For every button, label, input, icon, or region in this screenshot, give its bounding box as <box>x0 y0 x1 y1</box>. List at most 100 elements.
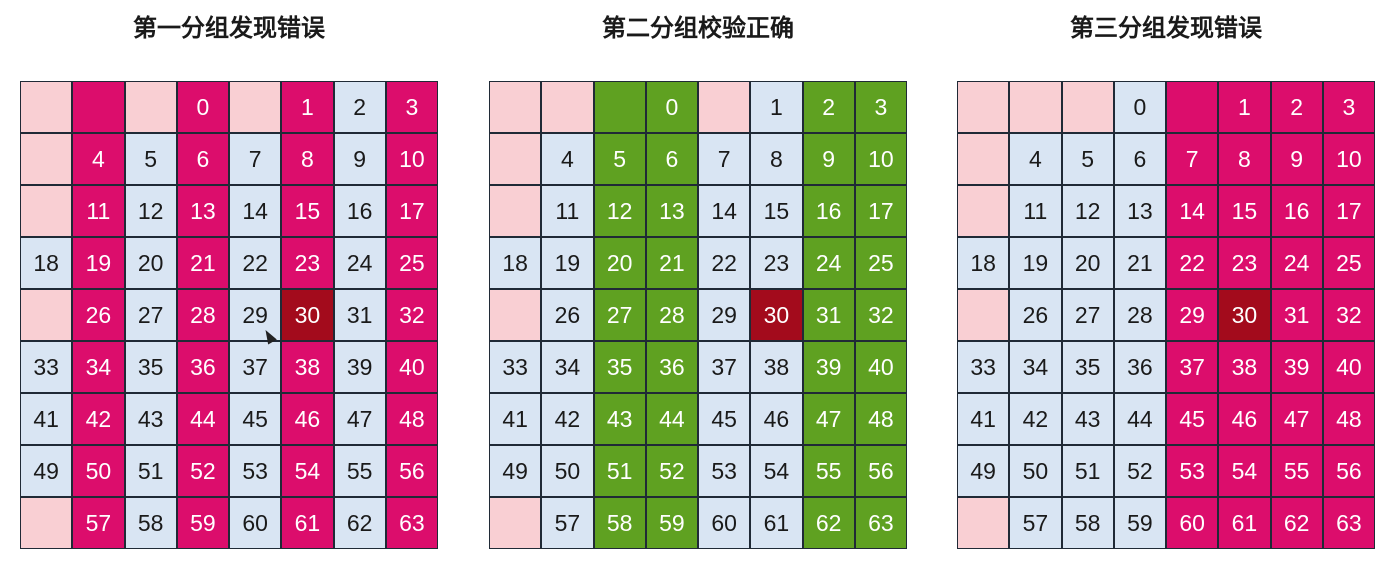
data-bit-cell: 45 <box>230 394 281 444</box>
data-bit-cell: 35 <box>125 342 176 392</box>
check-bit-cell: 15 <box>1219 186 1270 236</box>
data-bit-cell: 52 <box>1114 446 1165 496</box>
data-bit-cell: 41 <box>490 394 541 444</box>
check-bit-cell: 28 <box>646 290 697 340</box>
blank-cell <box>490 498 541 548</box>
data-bit-cell: 41 <box>958 394 1009 444</box>
check-bit-cell <box>1167 82 1218 132</box>
check-bit-cell: 61 <box>1219 498 1270 548</box>
data-bit-cell: 49 <box>958 446 1009 496</box>
blank-cell <box>21 82 72 132</box>
blank-cell <box>958 498 1009 548</box>
check-bit-cell: 15 <box>282 186 333 236</box>
data-bit-cell: 57 <box>542 498 593 548</box>
panel-group-2: 第二分组校验正确 0 1 2 3 4 5 6 7 8 9 10 11 12 13 14 15 16 17 18 19 2… <box>489 0 907 573</box>
check-bit-cell: 25 <box>1323 238 1374 288</box>
check-bit-cell: 21 <box>646 238 697 288</box>
check-bit-cell: 32 <box>1323 290 1374 340</box>
check-bit-cell: 40 <box>1323 342 1374 392</box>
check-bit-cell: 38 <box>1219 342 1270 392</box>
data-bit-cell: 15 <box>751 186 802 236</box>
check-bit-cell: 10 <box>386 134 437 184</box>
data-bit-cell: 18 <box>490 238 541 288</box>
error-bit-cell: 30 <box>751 290 802 340</box>
blank-cell <box>21 134 72 184</box>
data-bit-cell: 43 <box>1062 394 1113 444</box>
data-bit-cell: 14 <box>699 186 750 236</box>
data-bit-cell: 23 <box>751 238 802 288</box>
data-bit-cell: 33 <box>21 342 72 392</box>
blank-cell <box>1062 82 1113 132</box>
blank-cell <box>230 82 281 132</box>
data-bit-cell: 43 <box>125 394 176 444</box>
data-bit-cell: 47 <box>334 394 385 444</box>
data-bit-cell: 53 <box>230 446 281 496</box>
blank-cell <box>958 134 1009 184</box>
check-bit-cell: 54 <box>1219 446 1270 496</box>
data-bit-cell: 33 <box>490 342 541 392</box>
data-bit-cell: 29 <box>699 290 750 340</box>
check-bit-cell: 31 <box>1271 290 1322 340</box>
check-bit-cell: 44 <box>646 394 697 444</box>
data-bit-cell: 55 <box>334 446 385 496</box>
data-bit-cell: 27 <box>1062 290 1113 340</box>
check-bit-cell: 35 <box>594 342 645 392</box>
check-bit-cell: 53 <box>1167 446 1218 496</box>
panel-group-1: 第一分组发现错误 0 1 2 3 4 5 6 7 8 9 10 11 12 13 14 15 16 17 18 19 2… <box>20 0 438 573</box>
blank-cell <box>21 498 72 548</box>
check-bit-cell: 2 <box>1271 82 1322 132</box>
data-bit-cell: 49 <box>490 446 541 496</box>
data-bit-cell: 46 <box>751 394 802 444</box>
check-bit-cell: 10 <box>855 134 906 184</box>
data-bit-cell: 6 <box>1114 134 1165 184</box>
data-bit-cell: 12 <box>125 186 176 236</box>
check-bit-cell: 58 <box>594 498 645 548</box>
check-bit-cell: 52 <box>177 446 228 496</box>
check-bit-cell: 13 <box>177 186 228 236</box>
check-bit-cell: 42 <box>73 394 124 444</box>
data-bit-cell: 16 <box>334 186 385 236</box>
panel-title: 第二分组校验正确 <box>602 14 794 42</box>
check-bit-cell: 43 <box>594 394 645 444</box>
blank-cell <box>958 82 1009 132</box>
check-bit-cell: 36 <box>646 342 697 392</box>
check-bit-cell: 63 <box>1323 498 1374 548</box>
check-bit-cell: 32 <box>386 290 437 340</box>
check-bit-cell: 62 <box>1271 498 1322 548</box>
check-bit-cell: 3 <box>855 82 906 132</box>
data-bit-cell: 58 <box>125 498 176 548</box>
check-bit-cell: 56 <box>386 446 437 496</box>
check-bit-cell: 45 <box>1167 394 1218 444</box>
error-bit-cell: 30 <box>282 290 333 340</box>
panel-title: 第一分组发现错误 <box>133 14 325 42</box>
bit-grid: 0 1 2 3 4 5 6 7 8 9 10 11 12 13 14 15 16 17 18 19 20 21 22 23 24… <box>489 81 907 549</box>
data-bit-cell: 51 <box>1062 446 1113 496</box>
check-bit-cell: 50 <box>73 446 124 496</box>
check-bit-cell: 9 <box>1271 134 1322 184</box>
data-bit-cell: 38 <box>751 342 802 392</box>
data-bit-cell: 62 <box>334 498 385 548</box>
data-bit-cell: 42 <box>542 394 593 444</box>
panel-title: 第三分组发现错误 <box>1070 14 1262 42</box>
check-bit-cell: 59 <box>646 498 697 548</box>
check-bit-cell: 22 <box>1167 238 1218 288</box>
check-bit-cell: 8 <box>1219 134 1270 184</box>
data-bit-cell: 45 <box>699 394 750 444</box>
data-bit-cell: 26 <box>542 290 593 340</box>
blank-cell <box>490 134 541 184</box>
check-bit-cell: 27 <box>594 290 645 340</box>
blank-cell <box>958 186 1009 236</box>
data-bit-cell: 33 <box>958 342 1009 392</box>
data-bit-cell: 34 <box>1010 342 1061 392</box>
check-bit-cell: 32 <box>855 290 906 340</box>
check-bit-cell: 56 <box>1323 446 1374 496</box>
check-bit-cell: 6 <box>646 134 697 184</box>
check-bit-cell: 23 <box>1219 238 1270 288</box>
data-bit-cell: 58 <box>1062 498 1113 548</box>
data-bit-cell: 50 <box>1010 446 1061 496</box>
check-bit-cell: 46 <box>1219 394 1270 444</box>
check-bit-cell: 20 <box>594 238 645 288</box>
data-bit-cell: 53 <box>699 446 750 496</box>
check-bit-cell: 17 <box>855 186 906 236</box>
data-bit-cell: 49 <box>21 446 72 496</box>
